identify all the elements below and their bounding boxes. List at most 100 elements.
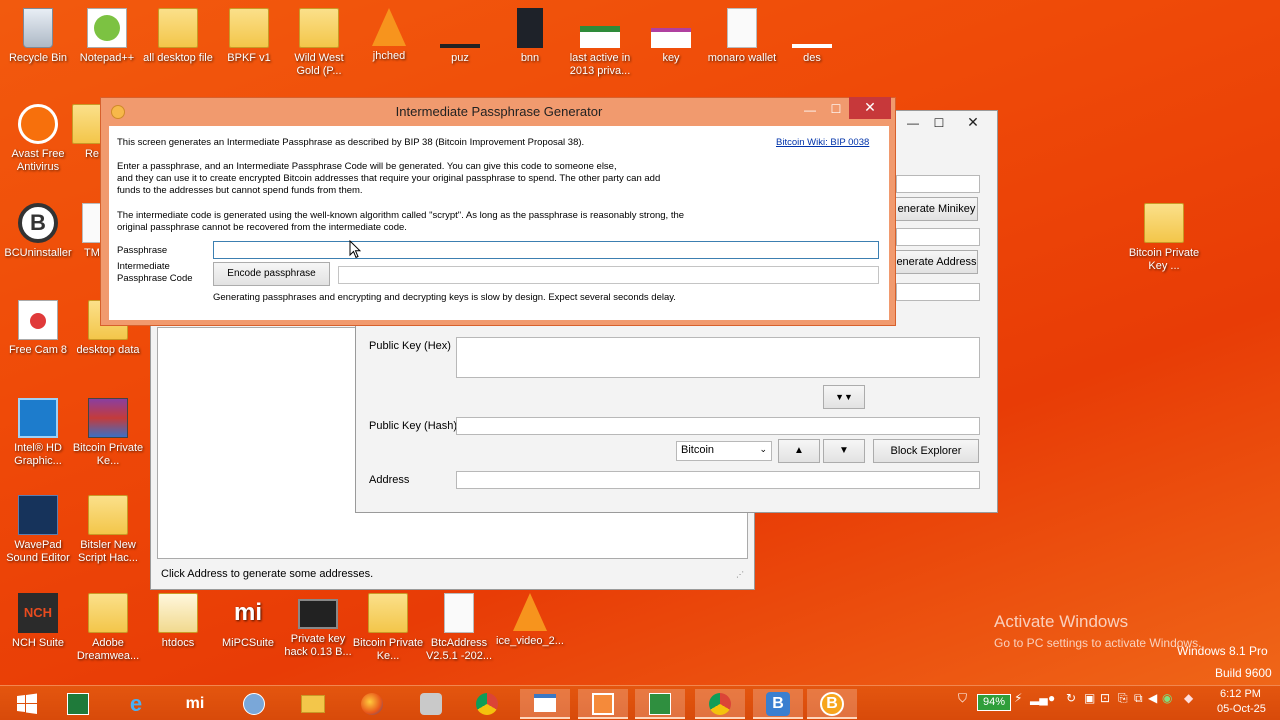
taskbar-chrome[interactable] (462, 689, 512, 719)
resize-grip-icon[interactable]: ⋰ (736, 570, 744, 579)
spreadsheet-thumb-icon (580, 26, 620, 48)
status-bar-text: Click Address to generate some addresses… (161, 568, 374, 580)
maximize-icon[interactable]: ☐ (823, 99, 849, 119)
taskbar-recorder[interactable] (578, 689, 628, 719)
volume-icon[interactable]: ◀ (1148, 691, 1157, 705)
tray-shield-red-icon[interactable]: ◆ (1184, 691, 1193, 705)
signal-icon[interactable]: ▂▄ (1030, 691, 1048, 705)
desktop-icon-bitcoin-private-key-right[interactable]: Bitcoin Private Key ... (1128, 203, 1200, 273)
close-icon[interactable]: ✕ (849, 97, 891, 119)
desktop-icon-monaro-wallet[interactable]: monaro wallet (706, 8, 778, 65)
desktop-icon-bnn[interactable]: bnn (494, 8, 566, 65)
expand-down-button[interactable]: ▼▼ (823, 385, 865, 409)
public-key-hex-label: Public Key (Hex) (369, 340, 451, 352)
address-field[interactable] (456, 471, 980, 489)
folder-icon (1144, 203, 1184, 243)
minimize-icon[interactable]: — (900, 113, 926, 133)
capture-icon[interactable]: ⊡ (1100, 691, 1110, 705)
coin-select[interactable]: Bitcoin ⌄ (676, 441, 772, 461)
passphrase-input[interactable] (213, 241, 879, 259)
dialog-body: This screen generates an Intermediate Pa… (109, 126, 889, 320)
desktop-icon-btcaddress[interactable]: BtcAddress V2.5.1 -202... (423, 593, 495, 663)
generate-minikey-button[interactable]: enerate Minikey (896, 197, 978, 221)
intermediate-passphrase-dialog: Intermediate Passphrase Generator — ☐ Th… (100, 97, 896, 326)
private-key-hex-field[interactable] (896, 283, 980, 301)
app-thumb-icon (298, 599, 338, 629)
private-key-field[interactable] (896, 175, 980, 193)
desktop-icon-avast[interactable]: Avast Free Antivirus (2, 104, 74, 174)
file-icon (82, 203, 102, 243)
generate-address-button[interactable]: enerate Address (896, 250, 978, 274)
clock-time[interactable]: 6:12 PM (1220, 688, 1261, 700)
minimize-icon[interactable]: — (797, 100, 823, 120)
desktop-icon-puz[interactable]: puz (424, 8, 496, 65)
sync-icon[interactable]: ↻ (1066, 691, 1076, 705)
dash-file-icon (792, 44, 832, 48)
intermediate-code-field[interactable] (338, 266, 879, 284)
desktop-icon-mipcsuite[interactable]: mi MiPCSuite (212, 593, 284, 650)
desktop-icon-jhched[interactable]: jhched (353, 8, 425, 63)
battery-plug-icon[interactable]: ⚡ (1014, 691, 1022, 705)
desktop-icon-nch-suite[interactable]: NCH NCH Suite (2, 593, 74, 650)
clock-date[interactable]: 05-Oct-25 (1217, 703, 1266, 715)
public-key-hash-field[interactable] (456, 417, 980, 435)
taskbar-bitcoin-blue[interactable]: B (753, 689, 803, 719)
tray-app-icon[interactable]: ▣ (1084, 691, 1095, 705)
folder-icon (299, 8, 339, 48)
usb-icon[interactable]: ⎘ (1118, 691, 1128, 706)
desktop-icon-ice-video[interactable]: ice_video_2... (494, 593, 566, 648)
desktop-icon-private-key-hack[interactable]: Private key hack 0.13 B... (282, 593, 354, 659)
taskbar-excel[interactable] (53, 689, 103, 719)
desktop-icon-adobe-dreamweaver[interactable]: Adobe Dreamwea... (72, 593, 144, 663)
battery-indicator[interactable]: 94% (977, 694, 1011, 711)
up-button[interactable]: ▲ (778, 439, 820, 463)
taskbar-file-explorer[interactable] (288, 689, 338, 719)
encode-passphrase-button[interactable]: Encode passphrase (213, 262, 330, 286)
taskbar-window-app[interactable] (520, 689, 570, 719)
bip38-wiki-link[interactable]: Bitcoin Wiki: BIP 0038 (776, 137, 869, 149)
start-button[interactable] (2, 689, 52, 719)
desktop-icon-wild-west-gold[interactable]: Wild West Gold (P... (283, 8, 355, 78)
desktop-icon-notepadpp[interactable]: Notepad++ (71, 8, 143, 65)
desktop-icon-des[interactable]: des (776, 8, 848, 65)
scrypt-line-2: original passphrase cannot be recovered … (117, 222, 407, 233)
desktop-icon-bcuninstaller[interactable]: B BCUninstaller (2, 203, 74, 260)
mouse-cursor-icon (349, 240, 361, 259)
coin-select-value: Bitcoin (681, 444, 715, 456)
taskbar-internet-explorer[interactable]: e (111, 689, 161, 719)
taskbar-bitcoin-orange[interactable]: B (807, 689, 857, 719)
block-explorer-button[interactable]: Block Explorer (873, 439, 979, 463)
chrome-tray-icon[interactable]: ● (1048, 691, 1055, 705)
desktop-icon-bitcoin-private-ke-2[interactable]: Bitcoin Private Ke... (352, 593, 424, 663)
shield-icon[interactable]: ⛉ (958, 691, 967, 706)
scrypt-line-1: The intermediate code is generated using… (117, 210, 685, 221)
desktop-icon-all-desktop-file[interactable]: all desktop file (142, 8, 214, 65)
desktop-icon-bpkf[interactable]: BPKF v1 (213, 8, 285, 65)
public-key-hash-label: Public Key (Hash) (369, 420, 458, 432)
network-icon[interactable]: ⧉ (1134, 691, 1143, 706)
maximize-icon[interactable]: ☐ (926, 113, 952, 133)
desktop-icon-recycle-bin[interactable]: Recycle Bin (2, 8, 74, 65)
desktop-icon-wavepad[interactable]: WavePad Sound Editor (2, 495, 74, 565)
text-file-icon (727, 8, 757, 48)
desktop-icon-free-cam[interactable]: Free Cam 8 (2, 300, 74, 357)
taskbar-app-tool[interactable] (406, 689, 456, 719)
intermediate-code-label-line-2: Passphrase Code (117, 273, 193, 284)
desktop-icon-bitcoin-private-ke-1[interactable]: Bitcoin Private Ke... (72, 398, 144, 468)
desktop-icon-last-active[interactable]: last active in 2013 priva... (564, 8, 636, 78)
taskbar-chrome-2[interactable] (695, 689, 745, 719)
taskbar-chart-app[interactable] (635, 689, 685, 719)
desktop-icon-key[interactable]: key (635, 8, 707, 65)
close-icon[interactable]: ✕ (960, 112, 986, 132)
taskbar-firefox[interactable] (347, 689, 397, 719)
green-tray-icon[interactable]: ◉ (1162, 691, 1172, 705)
public-key-hex-field[interactable] (456, 337, 980, 378)
down-button[interactable]: ▼ (823, 439, 865, 463)
desktop-icon-intel-hd[interactable]: Intel® HD Graphic... (2, 398, 74, 468)
activate-windows-subtitle: Go to PC settings to activate Windows. (994, 636, 1202, 650)
desktop-icon-bitsler[interactable]: Bitsler New Script Hac... (72, 495, 144, 565)
desktop-icon-htdocs[interactable]: htdocs (142, 593, 214, 650)
taskbar-network-tool[interactable] (229, 689, 279, 719)
minikey-field[interactable] (896, 228, 980, 246)
taskbar-mi-suite[interactable]: mi (170, 689, 220, 719)
